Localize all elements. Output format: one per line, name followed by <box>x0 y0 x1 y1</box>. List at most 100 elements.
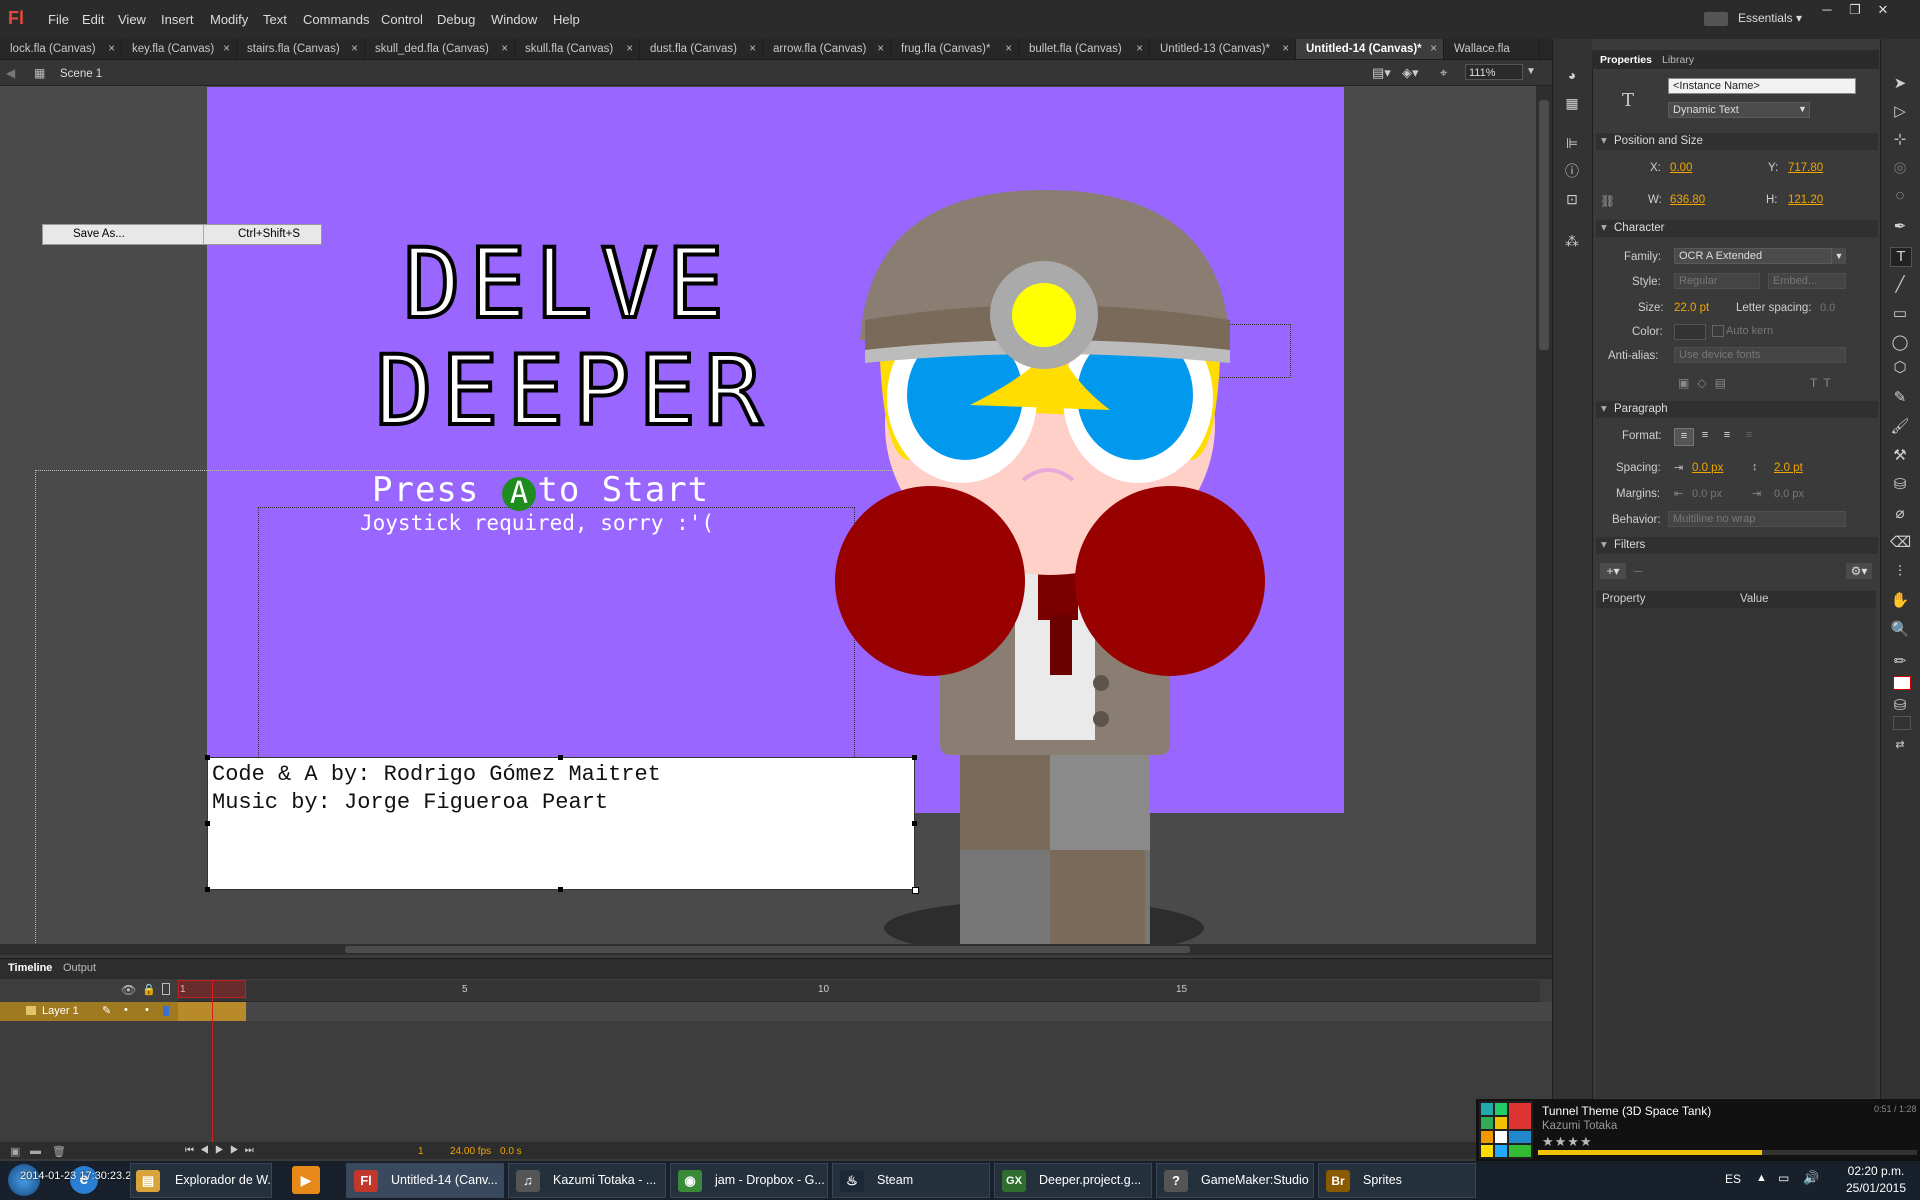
tab-timeline[interactable]: Timeline <box>8 962 52 974</box>
tray-monitor-icon[interactable]: ▭ <box>1778 1171 1789 1185</box>
close-icon[interactable]: × <box>626 39 633 59</box>
tab-wallace[interactable]: Wallace.fla <box>1444 39 1540 59</box>
new-layer-icon[interactable]: ▣ <box>10 1145 20 1158</box>
current-frame[interactable]: 1 <box>418 1146 424 1157</box>
zoom-input[interactable]: 111% <box>1465 64 1523 80</box>
tab-key[interactable]: key.fla (Canvas) × <box>122 39 237 59</box>
section-character[interactable]: Character <box>1596 220 1878 237</box>
color-swatch[interactable] <box>1674 324 1706 340</box>
menu-text[interactable]: Text <box>263 12 287 27</box>
menu-insert[interactable]: Insert <box>161 12 194 27</box>
close-icon[interactable]: × <box>1005 39 1012 59</box>
workspace-switcher[interactable]: Essentials ▾ <box>1738 11 1802 25</box>
menu-view[interactable]: View <box>118 12 146 27</box>
center-stage-icon[interactable]: ⌖ <box>1440 65 1447 81</box>
close-icon[interactable]: × <box>108 39 115 59</box>
rating-stars[interactable]: ★★★★ <box>1542 1134 1593 1150</box>
polystar-icon[interactable]: ⬡ <box>1890 359 1910 377</box>
lasso-icon[interactable]: ◌ <box>1890 187 1910 205</box>
resize-handle[interactable] <box>558 887 563 892</box>
visible-dot-icon[interactable]: • <box>124 1004 128 1016</box>
close-icon[interactable]: ✕ <box>1872 2 1894 18</box>
components-icon[interactable]: ⁂ <box>1562 232 1582 250</box>
close-icon[interactable]: × <box>749 39 756 59</box>
line-spacing-value[interactable]: 2.0 pt <box>1774 462 1803 474</box>
tab-lock[interactable]: lock.fla (Canvas) × <box>0 39 122 59</box>
close-icon[interactable]: × <box>501 39 508 59</box>
chevron-down-icon[interactable]: ▼ <box>1832 248 1846 264</box>
resize-handle[interactable] <box>205 755 210 760</box>
pen-icon[interactable]: ✒ <box>1890 218 1910 236</box>
tab-dust[interactable]: dust.fla (Canvas) × <box>640 39 763 59</box>
y-value[interactable]: 717.80 <box>1788 162 1823 174</box>
restore-icon[interactable]: ❐ <box>1844 2 1866 18</box>
language-indicator[interactable]: ES <box>1725 1172 1741 1186</box>
menu-commands[interactable]: Commands <box>303 12 369 27</box>
menu-help[interactable]: Help <box>553 12 580 27</box>
fill-swatch[interactable] <box>1893 716 1911 730</box>
selection-tool-icon[interactable]: ➤ <box>1890 75 1910 93</box>
section-paragraph[interactable]: Paragraph <box>1596 401 1878 418</box>
swatches-icon[interactable]: ▦ <box>1562 94 1582 112</box>
chevron-down-icon[interactable]: ▼ <box>1798 104 1807 114</box>
close-icon[interactable]: × <box>1282 39 1289 59</box>
section-position-size[interactable]: Position and Size <box>1596 133 1878 150</box>
outline-icon[interactable] <box>162 983 170 995</box>
add-filter-icon[interactable]: +▾ <box>1600 563 1626 579</box>
tab-properties[interactable]: Properties <box>1600 54 1652 66</box>
delete-icon[interactable]: 🗑 <box>52 1145 66 1158</box>
resize-handle[interactable] <box>912 755 917 760</box>
close-icon[interactable]: × <box>1136 39 1143 59</box>
pencil-icon[interactable]: ✎ <box>1890 389 1910 407</box>
zoom-icon[interactable]: 🔍 <box>1890 621 1910 639</box>
fill-color-icon[interactable]: ⛁ <box>1890 697 1910 715</box>
section-filters[interactable]: Filters <box>1596 537 1878 554</box>
resize-handle[interactable] <box>205 821 210 826</box>
width-tool-icon[interactable]: ⫶ <box>1890 563 1910 581</box>
align-icon[interactable]: ⊫ <box>1562 134 1582 152</box>
tab-frug[interactable]: frug.fla (Canvas)* × <box>891 39 1019 59</box>
tab-untitled-14[interactable]: Untitled-14 (Canvas)* × <box>1296 39 1444 59</box>
volume-icon[interactable]: 🔊 <box>1803 1170 1819 1186</box>
clock-time[interactable]: 02:20 p.m. <box>1837 1164 1915 1178</box>
text-type-select[interactable]: Dynamic Text <box>1668 102 1810 118</box>
close-icon[interactable]: × <box>1430 39 1437 59</box>
playhead[interactable] <box>212 980 213 1147</box>
tray-arrow-icon[interactable]: ▲ <box>1756 1172 1767 1184</box>
rectangle-tool-icon[interactable]: ▭ <box>1890 305 1910 323</box>
x-value[interactable]: 0.00 <box>1670 162 1692 174</box>
resize-handle[interactable] <box>205 887 210 892</box>
eraser-icon[interactable]: ⌫ <box>1890 534 1911 552</box>
eyedropper-icon[interactable]: ⌀ <box>1890 505 1910 523</box>
menu-window[interactable]: Window <box>491 12 537 27</box>
chevron-down-icon[interactable]: ▼ <box>1526 66 1536 77</box>
brush-icon[interactable]: 🖌 <box>1890 418 1910 436</box>
font-family-select[interactable]: OCR A Extended <box>1674 248 1832 264</box>
close-icon[interactable]: × <box>223 39 230 59</box>
color-icon[interactable]: ◕ <box>1562 66 1582 84</box>
gear-icon[interactable]: ⚙▾ <box>1846 563 1872 579</box>
free-transform-icon[interactable]: ⊹ <box>1890 131 1910 149</box>
align-right-icon[interactable]: ≡ <box>1718 428 1736 444</box>
edit-scene-icon[interactable]: ◈▾ <box>1402 65 1419 81</box>
menu-edit[interactable]: Edit <box>82 12 104 27</box>
save-as-label[interactable]: Save As... <box>73 228 125 240</box>
menu-control[interactable]: Control <box>381 12 423 27</box>
menu-modify[interactable]: Modify <box>210 12 248 27</box>
w-value[interactable]: 636.80 <box>1670 194 1705 206</box>
horizontal-scroll-thumb[interactable] <box>345 946 1190 953</box>
tab-output[interactable]: Output <box>63 962 96 974</box>
line-tool-icon[interactable]: ╱ <box>1890 276 1910 294</box>
pencil-icon[interactable]: ✎ <box>102 1004 111 1017</box>
close-icon[interactable]: × <box>877 39 884 59</box>
tab-library[interactable]: Library <box>1662 54 1694 66</box>
filters-list[interactable] <box>1596 608 1876 1098</box>
tab-skull-ded[interactable]: skull_ded.fla (Canvas) × <box>365 39 515 59</box>
hand-icon[interactable]: ✋ <box>1890 592 1910 610</box>
workspace-icon[interactable] <box>1704 12 1728 26</box>
minimize-icon[interactable]: ─ <box>1816 2 1838 18</box>
h-value[interactable]: 121.20 <box>1788 194 1823 206</box>
credits-text-field[interactable]: Code & A by: Rodrigo Gómez Maitret Music… <box>207 757 915 890</box>
playback-controls[interactable]: ⏮◀▶▶⏭ <box>185 1145 260 1156</box>
lock-dot-icon[interactable]: • <box>145 1004 149 1016</box>
